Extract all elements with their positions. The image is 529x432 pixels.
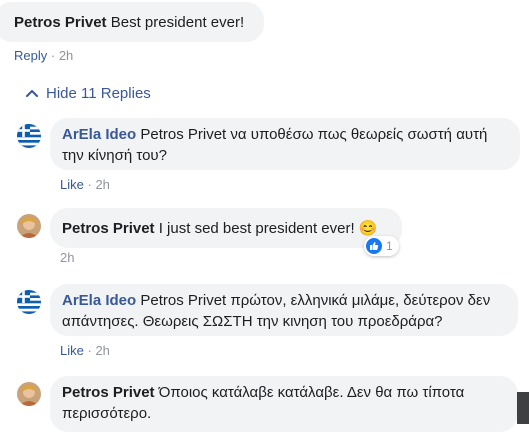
reply-mention[interactable]: Petros Privet: [140, 126, 226, 143]
avatar-greek-flag[interactable]: [17, 124, 41, 148]
meta-separator: ·: [50, 48, 59, 63]
comment-bubble: Petros Privet Best president ever!: [0, 2, 264, 42]
chevron-up-icon: [26, 89, 38, 97]
comment-text: Best president ever!: [110, 14, 245, 31]
thumbs-up-icon: [366, 238, 382, 254]
smile-emoji: 😊: [358, 220, 378, 237]
reply-bubble-1: ArEla Ideo Petros Privet να υποθέσω πως …: [50, 118, 520, 170]
hide-replies-label: Hide 11 Replies: [46, 85, 151, 102]
reply-meta-3: Like · 2h: [60, 343, 110, 358]
hide-replies-toggle[interactable]: Hide 11 Replies: [26, 85, 151, 102]
reply-mention[interactable]: Petros Privet: [140, 292, 226, 309]
reply-author[interactable]: ArEla Ideo: [62, 292, 136, 309]
reply-author[interactable]: Petros Privet: [62, 220, 155, 237]
avatar-photo[interactable]: [17, 214, 41, 238]
comment-author[interactable]: Petros Privet: [14, 14, 107, 31]
reply-time[interactable]: 2h: [95, 177, 109, 192]
reaction-badge[interactable]: 1: [364, 236, 399, 256]
avatar-greek-flag[interactable]: [17, 290, 41, 314]
reply-time[interactable]: 2h: [95, 343, 109, 358]
reply-link[interactable]: Reply: [14, 48, 47, 63]
reply-meta-2: 2h: [60, 250, 74, 265]
reply-author[interactable]: ArEla Ideo: [62, 126, 136, 143]
reply-time[interactable]: 2h: [60, 250, 74, 265]
reaction-count: 1: [386, 239, 393, 253]
comment-time[interactable]: 2h: [59, 48, 73, 63]
reply-bubble-2: Petros Privet I just sed best president …: [50, 208, 402, 248]
reply-bubble-3: ArEla Ideo Petros Privet πρώτον, ελληνικ…: [50, 284, 518, 336]
like-link[interactable]: Like: [60, 177, 84, 192]
reply-text: I just sed best president ever!: [158, 220, 355, 237]
reply-author[interactable]: Petros Privet: [62, 384, 155, 401]
comment-meta: Reply · 2h: [14, 48, 73, 63]
avatar-photo[interactable]: [17, 382, 41, 406]
reply-meta-1: Like · 2h: [60, 177, 110, 192]
scrollbar-thumb[interactable]: [517, 392, 529, 424]
like-link[interactable]: Like: [60, 343, 84, 358]
